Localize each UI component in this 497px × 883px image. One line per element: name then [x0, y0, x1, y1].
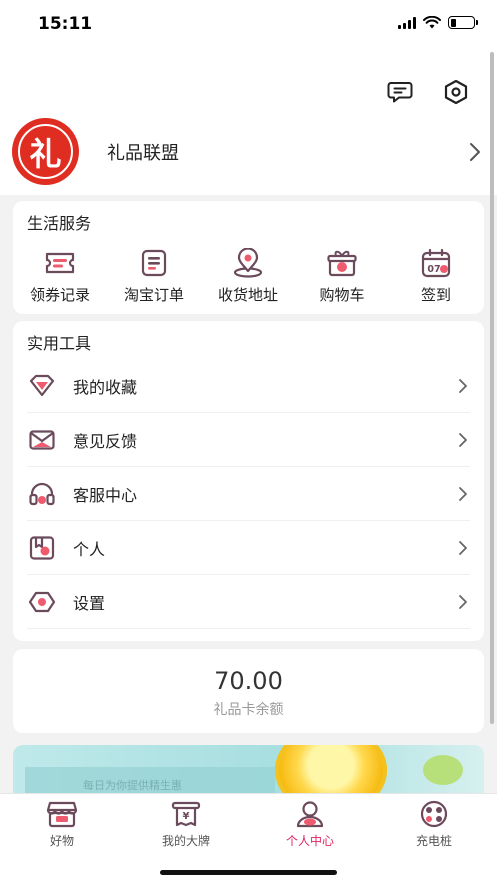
tool-row-personal[interactable]: 个人	[27, 521, 470, 575]
charger-icon	[420, 800, 448, 828]
battery-icon	[448, 16, 478, 29]
profile-name: 礼品联盟	[107, 143, 179, 164]
calendar-icon: 07	[421, 248, 451, 278]
status-bar: 15:11	[0, 0, 497, 50]
avatar[interactable]: 礼	[12, 118, 79, 185]
home-indicator	[160, 870, 337, 875]
mail-icon	[27, 425, 57, 455]
tab-label: 充电桩	[415, 834, 452, 848]
chevron-right-icon	[459, 594, 467, 609]
status-icons	[398, 16, 478, 29]
tool-row-feedback[interactable]: 意见反馈	[27, 413, 470, 467]
battery-level	[450, 18, 456, 27]
tool-label: 客服中心	[73, 485, 138, 505]
service-label: 签到	[420, 286, 451, 304]
diamond-icon	[27, 371, 57, 401]
settings-icon	[27, 587, 57, 617]
tab-charger[interactable]: 充电桩	[379, 800, 489, 849]
calendar-badge: 07	[427, 264, 440, 275]
status-time: 15:11	[38, 14, 93, 34]
tab-my-brands[interactable]: ¥ 我的大牌	[131, 800, 241, 849]
service-taobao-orders[interactable]: 淘宝订单	[109, 248, 199, 305]
order-icon	[141, 249, 167, 277]
tab-goods[interactable]: 好物	[7, 800, 117, 849]
tool-row-favorites[interactable]: 我的收藏	[27, 359, 470, 413]
chevron-right-icon	[459, 378, 467, 393]
profile-row[interactable]: 礼 礼品联盟	[0, 115, 497, 187]
avatar-char: 礼	[18, 124, 73, 179]
coupon-icon	[45, 252, 75, 274]
tab-label: 我的大牌	[161, 834, 210, 848]
service-label: 购物车	[319, 286, 365, 304]
chevron-right-icon	[459, 486, 467, 501]
tool-row-settings[interactable]: 设置	[27, 575, 470, 629]
hexagon-settings-icon[interactable]	[442, 78, 470, 106]
location-icon	[233, 248, 263, 278]
tool-label: 个人	[73, 539, 106, 559]
section-title-services: 生活服务	[27, 214, 92, 233]
tab-label: 个人中心	[285, 834, 334, 848]
person-card-icon	[27, 533, 57, 563]
shop-icon	[46, 801, 78, 828]
service-label: 收货地址	[217, 286, 278, 304]
balance-value: 70.00	[214, 667, 283, 695]
service-shipping-address[interactable]: 收货地址	[203, 248, 293, 305]
lime-image	[423, 755, 463, 785]
profile-header: 礼 礼品联盟	[0, 50, 497, 195]
tool-label: 设置	[73, 593, 106, 613]
person-icon	[296, 801, 324, 828]
service-shopping-cart[interactable]: 购物车	[297, 248, 387, 305]
wifi-icon	[423, 16, 441, 29]
service-check-in[interactable]: 07 签到	[391, 248, 481, 305]
balance-label: 礼品卡余额	[213, 702, 284, 718]
service-label: 领券记录	[29, 286, 90, 304]
gift-card-balance[interactable]: 70.00 礼品卡余额	[13, 649, 484, 733]
tool-label: 意见反馈	[73, 431, 138, 451]
gift-cart-icon	[327, 250, 357, 277]
life-services-card: 生活服务 领券记录 淘宝订单 收货地址 购物车 07 签到	[13, 201, 484, 314]
chat-bubble-icon[interactable]	[386, 78, 414, 106]
section-title-tools: 实用工具	[27, 334, 92, 353]
lemon-rim	[275, 745, 387, 795]
svg-text:¥: ¥	[183, 811, 190, 822]
service-label: 淘宝订单	[123, 286, 184, 304]
chevron-right-icon	[459, 432, 467, 447]
yen-receipt-icon: ¥	[171, 801, 201, 827]
tool-label: 我的收藏	[73, 377, 138, 397]
promo-banner[interactable]: 每日为你提供精生惠	[13, 745, 484, 795]
tool-row-customer-service[interactable]: 客服中心	[27, 467, 470, 521]
tab-label: 好物	[49, 834, 74, 848]
service-coupon-records[interactable]: 领券记录	[15, 248, 105, 305]
cellular-signal-icon	[398, 16, 416, 29]
chevron-right-icon	[470, 143, 480, 161]
scrollbar[interactable]	[490, 52, 494, 724]
banner-text: 每日为你提供精生惠	[83, 779, 182, 792]
headset-icon	[27, 479, 57, 509]
tools-card: 实用工具 我的收藏 意见反馈 客服中心 个人 设置	[13, 321, 484, 641]
tab-personal-center[interactable]: 个人中心	[255, 800, 365, 849]
chevron-right-icon	[459, 540, 467, 555]
